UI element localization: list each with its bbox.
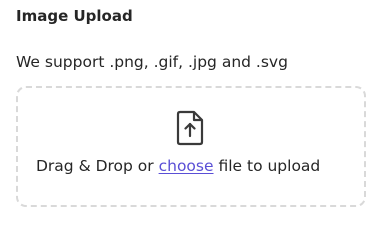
section-title: Image Upload — [16, 7, 133, 25]
dropzone-instructions: Drag & Drop or choose file to upload — [36, 157, 348, 175]
upload-dropzone[interactable] — [16, 86, 366, 207]
supported-formats-text: We support .png, .gif, .jpg and .svg — [16, 53, 288, 71]
choose-file-link[interactable]: choose — [159, 157, 214, 175]
image-upload-card: Image Upload We support .png, .gif, .jpg… — [0, 0, 387, 228]
dropzone-suffix-text: file to upload — [213, 157, 321, 175]
dropzone-prefix-text: Drag & Drop or — [36, 157, 159, 175]
file-upload-icon — [176, 110, 204, 146]
